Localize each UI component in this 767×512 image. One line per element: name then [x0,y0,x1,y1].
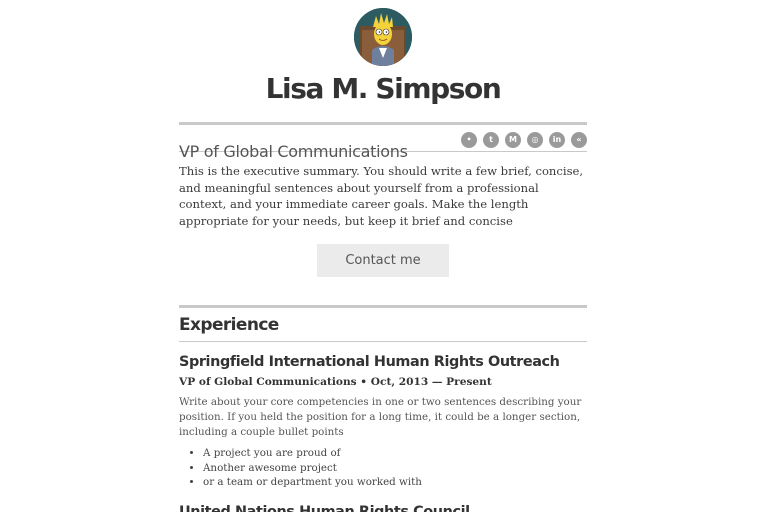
linkedin-icon[interactable]: in [549,132,565,148]
website-icon[interactable]: « [571,132,587,148]
twitter-icon[interactable]: t [483,132,499,148]
company-name: United Nations Human Rights Council [179,504,470,512]
section-title-experience: Experience [179,308,587,342]
list-item: or a team or department you worked with [203,475,611,490]
job-title: VP of Global Communications [179,142,408,162]
list-item: Another awesome project [203,461,611,476]
title-bar: VP of Global Communications • t M ◎ in « [179,122,587,161]
job-bullets: A project you are proud of Another aweso… [179,446,611,490]
dribbble-icon[interactable]: ◎ [527,132,543,148]
avatar-illustration [354,8,412,66]
avatar [354,8,412,66]
contact-me-button[interactable]: Contact me [317,244,449,277]
github-icon[interactable]: • [461,132,477,148]
medium-icon[interactable]: M [505,132,521,148]
company-name: Springfield International Human Rights O… [179,354,560,370]
experience-section: Experience [179,305,587,342]
profile-name: Lisa M. Simpson [265,72,502,105]
social-links: • t M ◎ in « [461,132,587,148]
executive-summary: This is the executive summary. You shoul… [179,164,584,228]
list-item: A project you are proud of [203,446,611,461]
job-description: Write about your core competencies in on… [179,396,582,438]
job-role-dates: VP of Global Communications • Oct, 2013 … [179,376,492,388]
